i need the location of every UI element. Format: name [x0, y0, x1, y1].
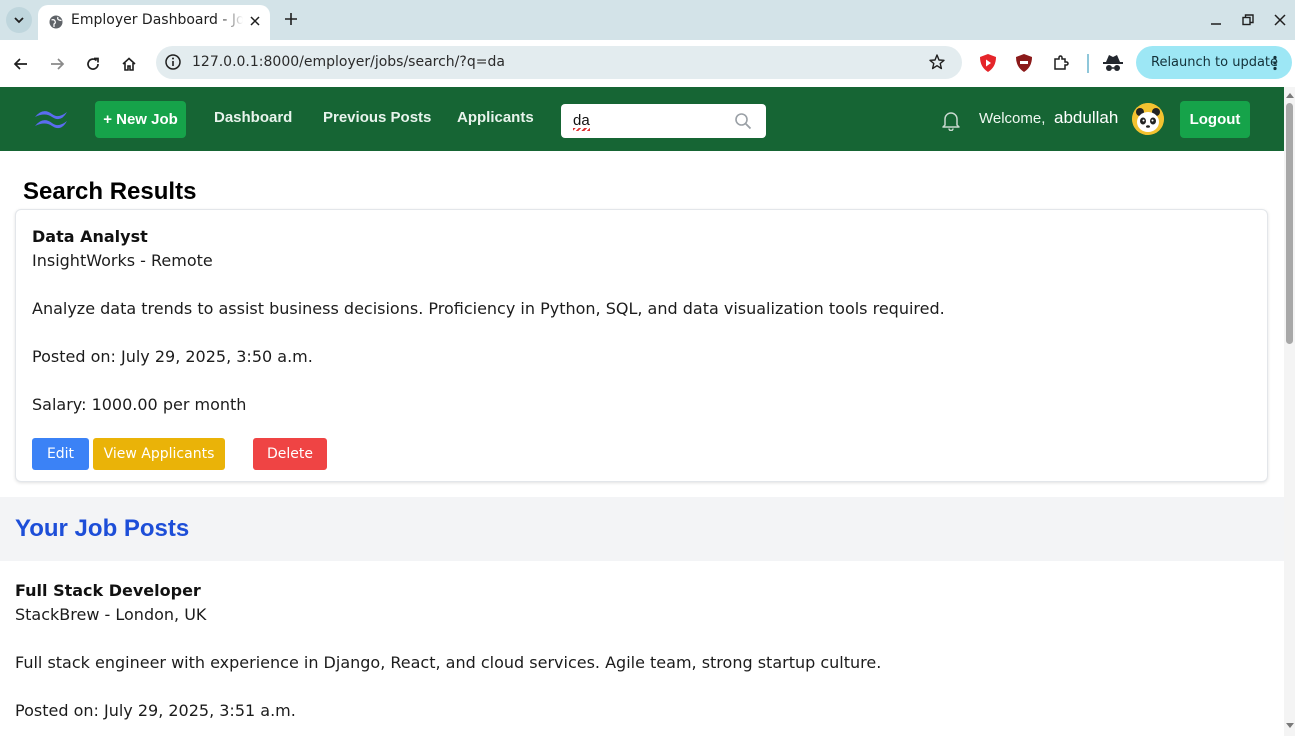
- job-posted-date: Posted on: July 29, 2025, 3:50 a.m.: [32, 347, 313, 366]
- url-text: 127.0.0.1:8000/employer/jobs/search/?q=d…: [192, 54, 505, 70]
- home-button[interactable]: [115, 50, 143, 78]
- page-viewport: + New Job Dashboard Previous Posts Appli…: [0, 87, 1284, 736]
- extension-shield-red[interactable]: [976, 51, 1000, 75]
- app-navbar: + New Job Dashboard Previous Posts Appli…: [0, 87, 1284, 151]
- browser-toolbar: 127.0.0.1:8000/employer/jobs/search/?q=d…: [0, 40, 1295, 87]
- arrow-right-icon: [51, 58, 65, 70]
- username: abdullah: [1054, 108, 1119, 127]
- new-tab-button[interactable]: [280, 8, 302, 30]
- job-post-item: Full Stack Developer StackBrew - London,…: [0, 561, 1284, 736]
- restore-button[interactable]: [1236, 8, 1260, 32]
- puzzle-icon: [1054, 55, 1069, 70]
- address-bar[interactable]: 127.0.0.1:8000/employer/jobs/search/?q=d…: [156, 46, 962, 79]
- globe-icon: [49, 15, 63, 29]
- delete-button[interactable]: Delete: [253, 438, 327, 470]
- close-window-button[interactable]: [1268, 8, 1292, 32]
- search-input-value: da: [573, 112, 590, 131]
- plus-icon: [285, 13, 297, 25]
- job-salary: Salary: 1000.00 per month: [32, 395, 247, 414]
- tab-close-button[interactable]: [246, 12, 264, 30]
- panda-avatar-icon: [1132, 103, 1164, 135]
- search-result-card: Data Analyst InsightWorks - Remote Analy…: [15, 209, 1268, 482]
- shield-icon: [1016, 54, 1032, 72]
- extension-shield-dark[interactable]: [1012, 51, 1036, 75]
- site-info-icon[interactable]: [164, 53, 182, 71]
- job-title: Data Analyst: [32, 227, 148, 246]
- bookmark-star-icon[interactable]: [928, 53, 946, 71]
- restore-icon: [1242, 14, 1254, 26]
- job-title: Full Stack Developer: [15, 581, 201, 600]
- more-vertical-icon: [1273, 55, 1277, 71]
- nav-link-previous-posts[interactable]: Previous Posts: [323, 109, 431, 126]
- relaunch-update-button[interactable]: Relaunch to update: [1136, 46, 1292, 79]
- job-posts-header: Your Job Posts: [0, 497, 1284, 561]
- chevron-down-icon: [14, 17, 24, 24]
- tab-title: Employer Dashboard - Jobs: [71, 12, 243, 28]
- view-applicants-button[interactable]: View Applicants: [93, 438, 225, 470]
- job-posted-date: Posted on: July 29, 2025, 3:51 a.m.: [15, 701, 296, 720]
- job-description: Full stack engineer with experience in D…: [15, 653, 882, 672]
- job-description: Analyze data trends to assist business d…: [32, 299, 945, 318]
- scrollbar-thumb[interactable]: [1286, 103, 1293, 344]
- home-icon: [122, 57, 136, 71]
- incognito-profile-icon: [1103, 55, 1123, 71]
- relaunch-label: Relaunch to update: [1151, 55, 1279, 70]
- profile-button[interactable]: [1101, 51, 1125, 75]
- back-button[interactable]: [7, 50, 35, 78]
- tab-search-button[interactable]: [6, 7, 32, 33]
- extensions-button[interactable]: [1049, 51, 1073, 75]
- close-icon: [1274, 14, 1286, 26]
- toolbar-separator: [1087, 54, 1089, 73]
- job-posts-heading: Your Job Posts: [15, 515, 190, 542]
- avatar[interactable]: [1132, 103, 1164, 135]
- scroll-up-arrow-icon[interactable]: [1286, 93, 1294, 98]
- welcome-label: Welcome,: [979, 110, 1046, 127]
- browser-tabstrip: Employer Dashboard - Jobs: [0, 0, 1295, 40]
- arrow-left-icon: [13, 58, 27, 70]
- nav-link-applicants[interactable]: Applicants: [457, 109, 534, 126]
- minimize-button[interactable]: [1204, 8, 1228, 32]
- reload-icon: [87, 57, 99, 70]
- shield-play-icon: [980, 54, 996, 72]
- job-company-location: StackBrew - London, UK: [15, 605, 207, 624]
- forward-button[interactable]: [43, 50, 71, 78]
- page-scrollbar[interactable]: [1284, 87, 1295, 736]
- tailwind-logo-icon[interactable]: [33, 107, 71, 131]
- search-icon[interactable]: [734, 112, 752, 130]
- job-search-input[interactable]: da: [561, 104, 766, 138]
- browser-tab-active[interactable]: Employer Dashboard - Jobs: [38, 5, 270, 40]
- new-job-button[interactable]: + New Job: [95, 101, 186, 138]
- bell-icon[interactable]: [940, 109, 962, 131]
- edit-button[interactable]: Edit: [32, 438, 89, 470]
- search-results-heading: Search Results: [23, 178, 197, 205]
- logout-button[interactable]: Logout: [1180, 101, 1250, 138]
- minimize-icon: [1211, 23, 1221, 25]
- close-icon: [250, 16, 260, 26]
- scroll-down-arrow-icon[interactable]: [1286, 723, 1294, 728]
- nav-link-dashboard[interactable]: Dashboard: [214, 109, 292, 126]
- job-company-location: InsightWorks - Remote: [32, 251, 213, 270]
- reload-button[interactable]: [79, 50, 107, 78]
